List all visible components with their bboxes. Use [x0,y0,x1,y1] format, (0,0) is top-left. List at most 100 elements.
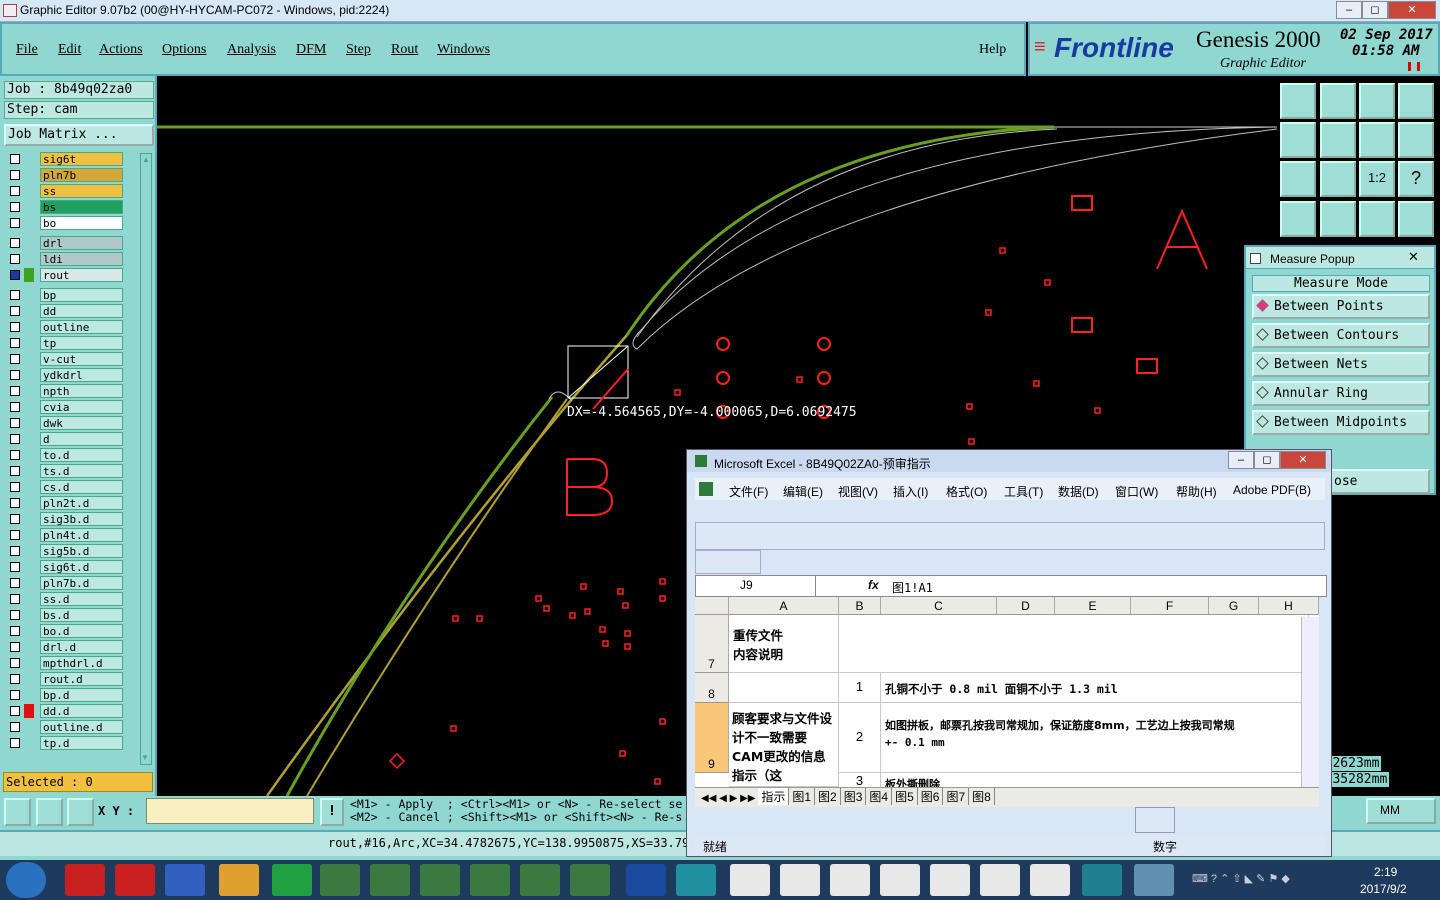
layer-name[interactable]: rout.d [40,672,123,686]
layer-row-mpthdrl-d[interactable]: mpthdrl.d [8,656,123,670]
layer-row-ts-d[interactable]: ts.d [8,464,123,478]
measure-popup-titlebar[interactable]: Measure Popup ✕ [1246,247,1434,269]
taskbar-frontline-icon[interactable] [626,864,666,896]
layer-checkbox[interactable] [10,354,20,364]
clock-date[interactable]: 2017/9/2 [1360,882,1407,896]
help-icon[interactable]: ? [1398,161,1434,197]
layer-name[interactable]: v-cut [40,352,123,366]
layer-checkbox[interactable] [10,202,20,212]
layer-checkbox[interactable] [10,594,20,604]
col-header-d[interactable]: D [997,597,1055,615]
layer-name[interactable]: bo [40,216,123,230]
layer-name[interactable]: outline [40,320,123,334]
layer-checkbox[interactable] [10,186,20,196]
excel-close-button[interactable]: ✕ [1280,451,1326,469]
row-header-9[interactable]: 9 [695,703,729,773]
layer-checkbox[interactable] [10,418,20,428]
layer-row-dd-d[interactable]: dd.d [8,704,123,718]
layer-checkbox[interactable] [10,514,20,524]
layer-name[interactable]: drl.d [40,640,123,654]
layer-checkbox[interactable] [10,270,20,280]
col-header-e[interactable]: E [1055,597,1131,615]
layer-checkbox[interactable] [10,290,20,300]
layer-row-rout[interactable]: rout [8,268,123,282]
layer-checkbox[interactable] [10,170,20,180]
layer-name[interactable]: pln7b.d [40,576,123,590]
cell-c9[interactable]: 如图拼板，邮票孔按我司常规加，保证筋度8mm，工艺边上按我司常规 +- 0.1 … [881,703,1309,773]
layer-name[interactable]: dd.d [40,704,123,718]
layer-checkbox[interactable] [10,530,20,540]
taskbar-shell-icon[interactable] [219,864,259,896]
fx-icon[interactable]: fx [868,578,879,592]
cell-b7[interactable] [839,615,1309,673]
layer-name[interactable]: cs.d [40,480,123,494]
col-header-b[interactable]: B [839,597,881,615]
layer-name[interactable]: bp [40,288,123,302]
taskbar-genesis-icon-3[interactable] [830,864,870,896]
excel-menu-tools[interactable]: 工具(T) [1004,483,1043,500]
pause-icon[interactable] [1408,62,1420,71]
minimize-button[interactable]: – [1336,1,1362,19]
between-midpoints-option[interactable]: Between Midpoints [1252,410,1430,435]
menu-analysis[interactable]: Analysis [227,42,276,58]
layer-checkbox[interactable] [10,254,20,264]
layer-row-cs-d[interactable]: cs.d [8,480,123,494]
excel-menu-window[interactable]: 窗口(W) [1115,483,1158,500]
taskbar-genesis-icon-1[interactable] [730,864,770,896]
menu-windows[interactable]: Windows [437,42,490,58]
menu-edit[interactable]: Edit [58,42,81,58]
snap-icon[interactable] [4,798,31,826]
taskbar-eye-icon[interactable] [676,864,716,896]
sheet-tab-1[interactable]: 图1 [789,788,816,805]
col-header-f[interactable]: F [1131,597,1209,615]
pan-icon[interactable] [1320,161,1356,197]
taskbar-photo-icon[interactable] [1134,864,1174,896]
sheet-tab-2[interactable]: 图2 [815,788,841,805]
layer-scrollbar[interactable]: ▲ ▼ [140,153,152,765]
between-nets-option[interactable]: Between Nets [1252,352,1430,377]
drawing-toolbar-icon[interactable] [1135,807,1175,833]
layer-checkbox[interactable] [10,674,20,684]
layer-checkbox[interactable] [10,690,20,700]
layer-name[interactable]: ss.d [40,592,123,606]
layer-checkbox[interactable] [10,610,20,620]
col-header-c[interactable]: C [881,597,997,615]
spreadsheet-grid[interactable]: A B C D E F G H 7 重传文件 内容说明 8 1 孔铜不小于 0.… [695,597,1319,787]
zoom-home-icon[interactable] [1359,83,1395,119]
layer-name[interactable]: sig5b.d [40,544,123,558]
taskbar-genesis-icon-5[interactable] [930,864,970,896]
sheet-tab-6[interactable]: 图6 [918,788,944,805]
xy-input[interactable] [146,798,314,824]
cell-b9[interactable]: 2 [839,703,881,773]
close-button[interactable]: ✕ [1388,1,1436,19]
layer-row-outline-d[interactable]: outline.d [8,720,123,734]
sheet-nav-icon[interactable]: ◀◀ ◀ ▶ ▶▶ [695,793,755,804]
taskbar-genesis-icon-4[interactable] [880,864,920,896]
name-box[interactable]: J9 [696,576,816,596]
grid-snap-icon[interactable] [67,798,94,826]
layer-row-v-cut[interactable]: v-cut [8,352,123,366]
layer-row-cvia[interactable]: cvia [8,400,123,414]
menu-options[interactable]: Options [162,42,206,58]
layer-name[interactable]: pln7b [40,168,123,182]
sheet-tab-5[interactable]: 图5 [892,788,918,805]
scale-1-2-icon[interactable]: 1:2 [1359,161,1395,197]
menu-file[interactable]: File [16,42,38,58]
taskbar-p-icon[interactable] [272,864,312,896]
settings-icon[interactable] [1280,201,1316,237]
layer-row-ldi[interactable]: ldi [8,252,123,266]
layer-checkbox[interactable] [10,306,20,316]
maximize-button[interactable]: ◻ [1362,1,1388,19]
layer-name[interactable]: rout [40,268,123,282]
system-tray-icons[interactable]: ⌨ ? ⌃ ⇧ ◣ ✎ ⚑ ◆ [1192,872,1342,888]
layer-checkbox[interactable] [10,154,20,164]
layer-row-dwk[interactable]: dwk [8,416,123,430]
job-matrix-button[interactable]: Job Matrix ... [4,124,154,146]
excel-menu-data[interactable]: 数据(D) [1058,483,1099,500]
scroll-down-icon[interactable]: ▼ [141,753,151,763]
layer-name[interactable]: sig6t.d [40,560,123,574]
layer-name[interactable]: sig6t [40,152,123,166]
popup-close-icon[interactable]: ✕ [1408,249,1419,265]
layer-checkbox[interactable] [10,322,20,332]
layer-name[interactable]: bo.d [40,624,123,638]
